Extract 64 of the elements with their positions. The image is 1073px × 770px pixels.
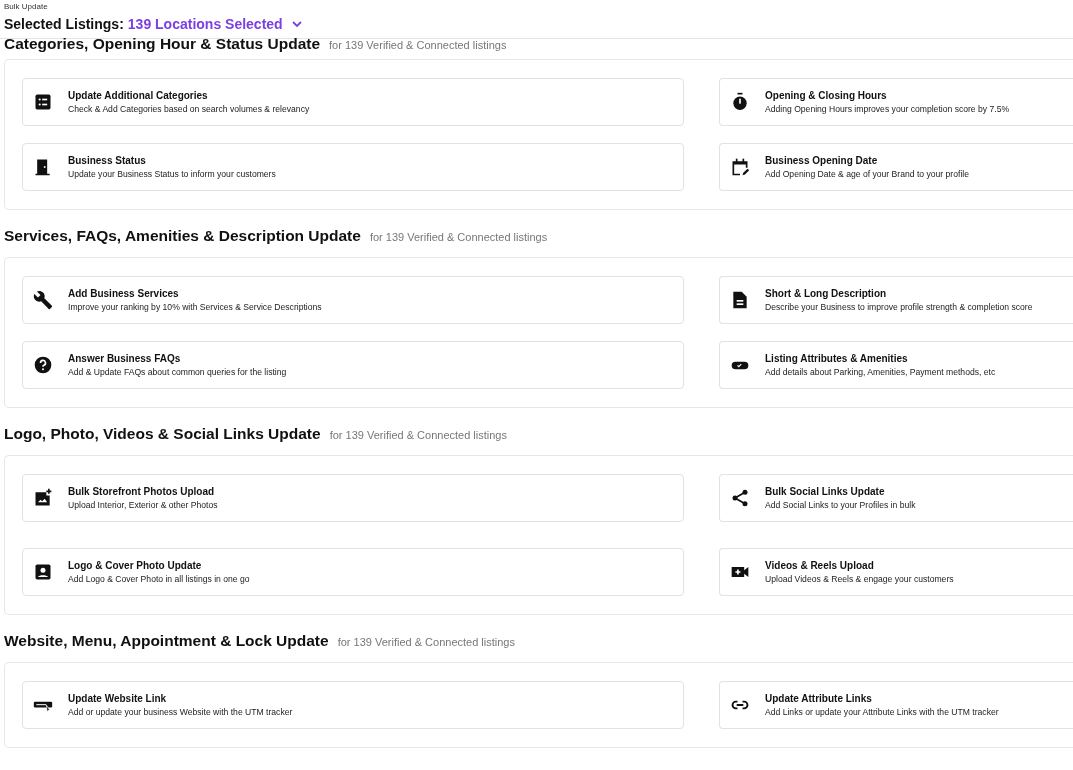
action-card[interactable]: Business Status Update your Business Status to inform your customers bbox=[22, 143, 684, 191]
action-card[interactable]: Update Additional Categories Check & Add Categories based on search volumes & relevancy bbox=[22, 78, 684, 126]
card-description: Add Logo & Cover Photo in all listings in one go bbox=[68, 574, 250, 584]
calendar-edit-icon bbox=[730, 157, 750, 177]
card-description: Add Social Links to your Profiles in bulk bbox=[765, 500, 916, 510]
section-subtitle: for 139 Verified & Connected listings bbox=[329, 39, 507, 51]
list-icon bbox=[33, 92, 53, 112]
action-card[interactable]: Business Opening Date Add Opening Date & age of your Brand to your profile bbox=[719, 143, 1073, 191]
add-photo-icon bbox=[33, 488, 53, 508]
card-description: Check & Add Categories based on search volumes & relevancy bbox=[68, 104, 310, 114]
card-description: Add or update your business Website with the UTM tracker bbox=[68, 707, 293, 717]
action-card[interactable]: Opening & Closing Hours Adding Opening Hours improves your completion score by 7.5% bbox=[719, 78, 1073, 126]
door-icon bbox=[33, 157, 53, 177]
card-description: Add Links or update your Attribute Links with the UTM tracker bbox=[765, 707, 999, 717]
card-title: Bulk Social Links Update bbox=[765, 486, 886, 497]
card-description: Add Opening Date & age of your Brand to your profile bbox=[765, 169, 969, 179]
selected-listings-label: Selected Listings: bbox=[4, 16, 124, 32]
card-title: Bulk Storefront Photos Upload bbox=[68, 486, 216, 497]
action-card[interactable]: Bulk Storefront Photos Upload Upload Interior, Exterior & other Photos bbox=[22, 474, 684, 522]
portrait-icon bbox=[33, 562, 53, 582]
section-subtitle: for 139 Verified & Connected listings bbox=[329, 429, 507, 441]
section-title: Services, FAQs, Amenities & Description Update bbox=[4, 227, 361, 245]
action-card[interactable]: Videos & Reels Upload Upload Videos & Reels & engage your customers bbox=[719, 548, 1073, 596]
card-title: Short & Long Description bbox=[765, 288, 888, 299]
action-card[interactable]: Update Attribute Links Add Links or update your Attribute Links with the UTM tracker bbox=[719, 681, 1073, 729]
card-description: Update your Business Status to inform your customers bbox=[68, 169, 276, 179]
section-title: Categories, Opening Hour & Status Update bbox=[4, 35, 321, 53]
document-icon bbox=[730, 290, 750, 310]
card-description: Improve your ranking by 10% with Services & Service Descriptions bbox=[68, 302, 322, 312]
card-title: Update Additional Categories bbox=[68, 90, 209, 101]
card-description: Upload Videos & Reels & engage your customers bbox=[765, 574, 954, 584]
locations-dropdown[interactable]: 139 Locations Selected bbox=[127, 16, 303, 32]
section-subtitle: for 139 Verified & Connected listings bbox=[337, 636, 515, 648]
section-subtitle: for 139 Verified & Connected listings bbox=[369, 231, 548, 243]
card-title: Logo & Cover Photo Update bbox=[68, 560, 203, 571]
stopwatch-icon bbox=[730, 92, 750, 112]
card-title: Update Attribute Links bbox=[765, 693, 873, 704]
section-title: Website, Menu, Appointment & Lock Update bbox=[4, 632, 329, 650]
wrench-icon bbox=[33, 290, 53, 310]
action-card[interactable]: Answer Business FAQs Add & Update FAQs about common queries for the listing bbox=[22, 341, 684, 389]
card-title: Listing Attributes & Amenities bbox=[765, 353, 909, 364]
chevron-down-icon bbox=[290, 18, 303, 30]
breadcrumb: Bulk Update bbox=[4, 2, 49, 11]
action-card[interactable]: Update Website Link Add or update your business Website with the UTM tracker bbox=[22, 681, 684, 729]
action-card[interactable]: Listing Attributes & Amenities Add details about Parking, Amenities, Payment methods, etc bbox=[719, 341, 1073, 389]
card-title: Business Opening Date bbox=[765, 155, 879, 166]
help-icon bbox=[33, 355, 53, 375]
action-card[interactable]: Short & Long Description Describe your Business to improve profile strength & completion score bbox=[719, 276, 1073, 324]
card-title: Answer Business FAQs bbox=[68, 353, 182, 364]
card-description: Adding Opening Hours improves your completion score by 7.5% bbox=[765, 104, 1010, 114]
card-description: Describe your Business to improve profile strength & completion score bbox=[765, 302, 1033, 312]
card-title: Update Website Link bbox=[68, 693, 168, 704]
share-icon bbox=[730, 488, 750, 508]
card-description: Add & Update FAQs about common queries for the listing bbox=[68, 367, 287, 377]
action-card[interactable]: Add Business Services Improve your ranking by 10% with Services & Service Descriptions bbox=[22, 276, 684, 324]
action-card[interactable]: Logo & Cover Photo Update Add Logo & Cover Photo in all listings in one go bbox=[22, 548, 684, 596]
card-title: Add Business Services bbox=[68, 288, 180, 299]
card-title: Opening & Closing Hours bbox=[765, 90, 888, 101]
card-title: Videos & Reels Upload bbox=[765, 560, 875, 571]
action-card[interactable]: Bulk Social Links Update Add Social Links to your Profiles in bulk bbox=[719, 474, 1073, 522]
card-description: Upload Interior, Exterior & other Photos bbox=[68, 500, 218, 510]
card-description: Add details about Parking, Amenities, Payment methods, etc bbox=[765, 367, 996, 377]
section-title: Logo, Photo, Videos & Social Links Update bbox=[4, 425, 321, 443]
card-title: Business Status bbox=[68, 155, 147, 166]
